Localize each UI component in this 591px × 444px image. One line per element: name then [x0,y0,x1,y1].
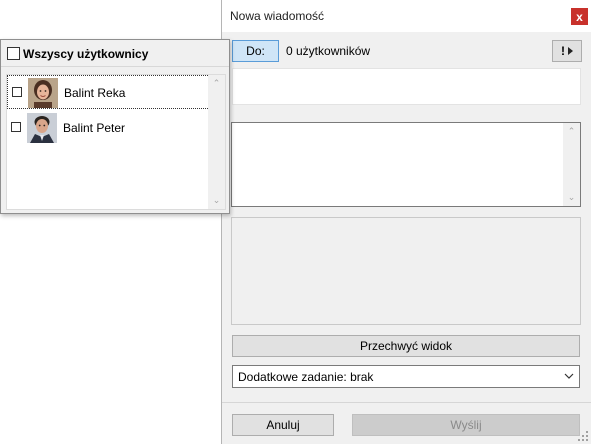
user-name: Balint Reka [64,86,126,100]
triangle-right-icon [568,47,573,55]
footer-divider [222,402,591,403]
close-button[interactable]: x [571,8,588,25]
user-picker-popup: Wszyscy użytkownicy Balint Reka Balint P… [0,39,230,214]
list-item[interactable]: Balint Peter [7,111,210,145]
to-button[interactable]: Do: [232,40,279,62]
exclamation-icon: ! [561,44,565,58]
cancel-button[interactable]: Anuluj [232,414,334,436]
title-bar[interactable]: Nowa wiadomość x [222,0,591,32]
user-name: Balint Peter [63,121,126,135]
recipients-field[interactable] [232,68,581,105]
message-textarea[interactable]: ⌃ ⌄ [231,122,581,207]
view-preview-area [231,217,581,325]
scroll-down-icon[interactable]: ⌄ [567,193,576,202]
scroll-down-icon[interactable]: ⌄ [212,196,221,205]
user-list: Balint Reka Balint Peter ⌃ ⌄ [6,74,226,210]
message-scrollbar[interactable]: ⌃ ⌄ [563,123,580,206]
select-all-row[interactable]: Wszyscy użytkownicy [1,40,229,67]
select-all-label: Wszyscy użytkownicy [23,47,149,61]
dialog-title: Nowa wiadomość [230,9,325,23]
extra-task-value: Dodatkowe zadanie: brak [238,370,374,384]
user-list-scrollbar[interactable]: ⌃ ⌄ [208,75,225,209]
scroll-up-icon[interactable]: ⌃ [567,127,576,136]
resize-grip-icon[interactable] [578,431,588,441]
capture-view-button[interactable]: Przechwyć widok [232,335,580,357]
extra-task-dropdown[interactable]: Dodatkowe zadanie: brak [232,365,580,388]
avatar [27,113,57,143]
close-icon: x [576,9,583,24]
chevron-down-icon [564,373,574,379]
select-all-checkbox[interactable] [7,47,20,60]
priority-button[interactable]: ! [552,40,582,62]
avatar [28,78,58,108]
user-checkbox[interactable] [12,87,22,97]
scroll-up-icon[interactable]: ⌃ [212,79,221,88]
recipients-count: 0 użytkowników [286,44,371,58]
list-item[interactable]: Balint Reka [7,75,210,109]
send-button[interactable]: Wyślij [352,414,580,436]
new-message-dialog: Nowa wiadomość x Do: 0 użytkowników ! ⌃ … [221,0,591,444]
user-checkbox[interactable] [11,122,21,132]
